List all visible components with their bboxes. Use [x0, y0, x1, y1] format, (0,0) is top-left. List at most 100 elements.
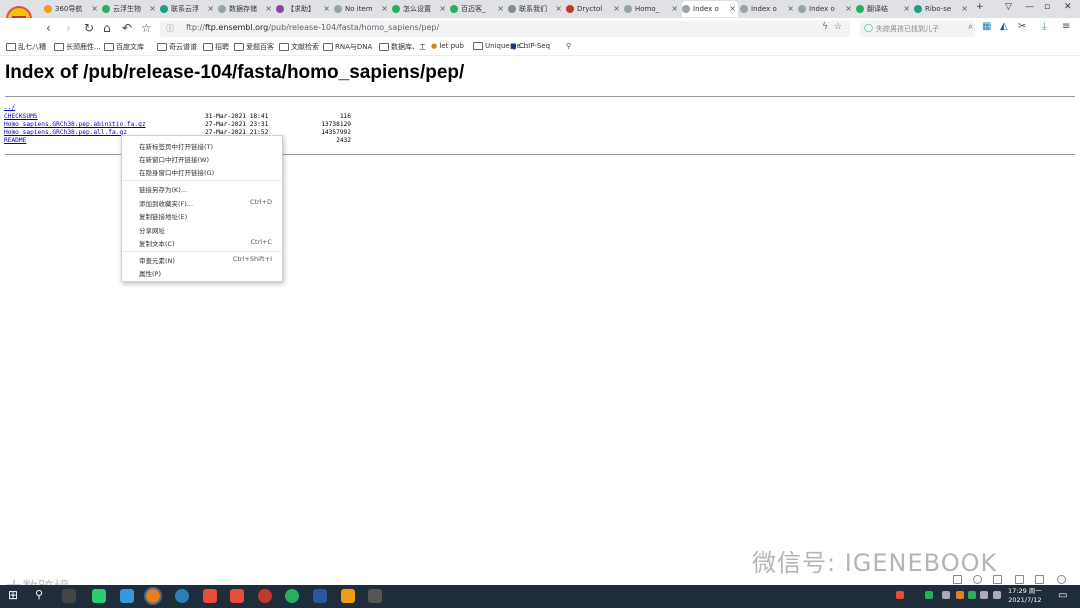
word-icon[interactable]	[313, 589, 327, 603]
menu-item-open-new-tab[interactable]: 在新标签页中打开链接(T)	[139, 141, 213, 151]
taskbar-app-icon[interactable]	[341, 589, 355, 603]
search-box[interactable]: ◯ 失踪男孩已找到儿子 ⌕	[860, 21, 975, 37]
tab-close-icon[interactable]: ×	[149, 1, 156, 17]
tab-close-icon[interactable]: ×	[323, 1, 330, 17]
tab[interactable]: Dryctol ×	[566, 1, 622, 17]
lightning-icon[interactable]: ϟ	[822, 22, 828, 32]
tab-close-icon[interactable]: ×	[903, 1, 910, 17]
tab[interactable]: 怎么设置 ×	[392, 1, 448, 17]
bookmark-item[interactable]: 长颈鹿性...	[54, 42, 101, 52]
refresh-icon[interactable]: ↻	[84, 21, 94, 35]
favorite-star-icon[interactable]: ☆	[141, 21, 152, 35]
menu-item-save-link-as[interactable]: 链接另存为(K)...	[139, 184, 187, 194]
bookmark-item[interactable]: ⚲	[566, 42, 571, 50]
wps-icon[interactable]	[230, 589, 244, 603]
zoom-icon[interactable]	[1057, 575, 1066, 584]
file-link[interactable]: Homo_sapiens.GRCh38.pep.all.fa.gz	[4, 129, 127, 136]
tray-icon[interactable]	[956, 591, 964, 599]
notification-icon[interactable]: ▭	[1058, 590, 1067, 601]
bookmark-item[interactable]: ● let pub	[431, 42, 464, 50]
tab-close-icon[interactable]: ×	[729, 1, 736, 17]
download-icon[interactable]: ⤓	[1042, 21, 1046, 32]
file-link[interactable]: Homo_sapiens.GRCh38.pep.abinitio.fa.gz	[4, 121, 146, 128]
bookmark-item[interactable]: 百度文库	[104, 42, 144, 52]
task-view-icon[interactable]	[62, 589, 76, 603]
menu-item-properties[interactable]: 属性(P)	[139, 268, 161, 278]
tab[interactable]: Index o ×	[740, 1, 796, 17]
search-icon[interactable]: ⚲	[35, 588, 43, 601]
tab[interactable]: 云浮生物 ×	[102, 1, 158, 17]
menu-item-share-url[interactable]: 分享网址	[139, 225, 165, 235]
file-link[interactable]: README	[4, 137, 26, 144]
menu-item-inspect[interactable]: 审查元素(N)	[139, 255, 175, 265]
tab[interactable]: Ribo-se ×	[914, 1, 970, 17]
tab[interactable]: No item ×	[334, 1, 390, 17]
bookmark-item[interactable]: 奇云谱谱	[157, 42, 197, 52]
menu-item-open-new-window[interactable]: 在新窗口中打开链接(W)	[139, 154, 209, 164]
tab[interactable]: 翻译结 ×	[856, 1, 912, 17]
parent-directory-link[interactable]: ../	[4, 104, 15, 111]
skin-icon[interactable]: ▽	[1005, 2, 1012, 12]
tab[interactable]: Homo_ ×	[624, 1, 680, 17]
tab-close-icon[interactable]: ×	[439, 1, 446, 17]
trash-icon[interactable]	[993, 575, 1002, 584]
new-tab-icon[interactable]: +	[976, 2, 984, 12]
windows-start-icon[interactable]: ⊞	[8, 588, 18, 602]
menu-item-open-incognito[interactable]: 在隐身窗口中打开链接(G)	[139, 167, 214, 177]
tab-close-icon[interactable]: ×	[613, 1, 620, 17]
taskbar-app-icon[interactable]	[120, 589, 134, 603]
search-icon[interactable]: ⌕	[968, 22, 973, 32]
window-icon[interactable]	[1035, 575, 1044, 584]
scissors-icon[interactable]: ✂	[1018, 21, 1026, 32]
tray-expand-icon[interactable]	[942, 591, 950, 599]
tab-close-icon[interactable]: ×	[671, 1, 678, 17]
status-icon[interactable]	[973, 575, 982, 584]
address-url[interactable]: ftp://ftp.ensembl.org/pub/release-104/fa…	[186, 23, 439, 32]
address-bar[interactable]: ⓘ ftp://ftp.ensembl.org/pub/release-104/…	[160, 21, 850, 37]
back-icon[interactable]: ‹	[46, 21, 51, 35]
browser-taskbar-icon[interactable]	[144, 587, 162, 605]
extension-icon[interactable]: ◭	[1000, 21, 1008, 32]
tab-active[interactable]: Index o ×	[682, 1, 738, 17]
bookmark-item[interactable]: 文献检索	[279, 42, 319, 52]
tab[interactable]: 联系云浮 ×	[160, 1, 216, 17]
tab-close-icon[interactable]: ×	[961, 1, 968, 17]
bookmark-item[interactable]: 乱七八糟	[6, 42, 46, 52]
menu-item-copy-link[interactable]: 复制链接地址(E)	[139, 211, 187, 221]
tab-close-icon[interactable]: ×	[497, 1, 504, 17]
forward-icon[interactable]: ›	[66, 21, 71, 35]
bookmark-item[interactable]: ■ ChIP-Seq	[510, 42, 550, 50]
wechat-icon[interactable]	[285, 589, 299, 603]
minimize-icon[interactable]: —	[1025, 2, 1034, 12]
tab-close-icon[interactable]: ×	[787, 1, 794, 17]
bookmark-item[interactable]: 招聘	[203, 42, 229, 52]
tab-close-icon[interactable]: ×	[845, 1, 852, 17]
clock[interactable]: 17:29 周一 2021/7/12	[1008, 587, 1042, 605]
home-icon[interactable]: ⌂	[103, 21, 111, 35]
tab[interactable]: 360导航 ×	[44, 1, 100, 17]
bookmark-item[interactable]: 爱题百客	[234, 42, 274, 52]
volume-icon[interactable]	[993, 591, 1001, 599]
bookmark-star-icon[interactable]: ☆	[834, 22, 842, 32]
window-close-icon[interactable]: ✕	[1064, 2, 1072, 12]
tab-close-icon[interactable]: ×	[91, 1, 98, 17]
tab-close-icon[interactable]: ×	[381, 1, 388, 17]
tray-icon[interactable]	[896, 591, 904, 599]
tab[interactable]: 百迈客_ ×	[450, 1, 506, 17]
status-icon[interactable]	[953, 575, 962, 584]
tab[interactable]: 【求助】 ×	[276, 1, 332, 17]
tray-icon[interactable]	[925, 591, 933, 599]
undo-close-icon[interactable]: ↶	[122, 21, 132, 35]
tray-wechat-icon[interactable]	[968, 591, 976, 599]
tab-close-icon[interactable]: ×	[555, 1, 562, 17]
taskbar-app-icon[interactable]	[203, 589, 217, 603]
taskbar-app-icon[interactable]	[92, 589, 106, 603]
tab[interactable]: 数据存储 ×	[218, 1, 274, 17]
menu-item-add-favorite[interactable]: 添加到收藏夹(F)...	[139, 198, 193, 208]
taskbar-app-icon[interactable]	[175, 589, 189, 603]
network-icon[interactable]	[980, 591, 988, 599]
bookmark-item[interactable]: RNA与DNA	[323, 42, 372, 52]
tab[interactable]: 联系我们 ×	[508, 1, 564, 17]
menu-icon[interactable]: ≡	[1062, 21, 1070, 32]
taskbar-app-icon[interactable]	[368, 589, 382, 603]
